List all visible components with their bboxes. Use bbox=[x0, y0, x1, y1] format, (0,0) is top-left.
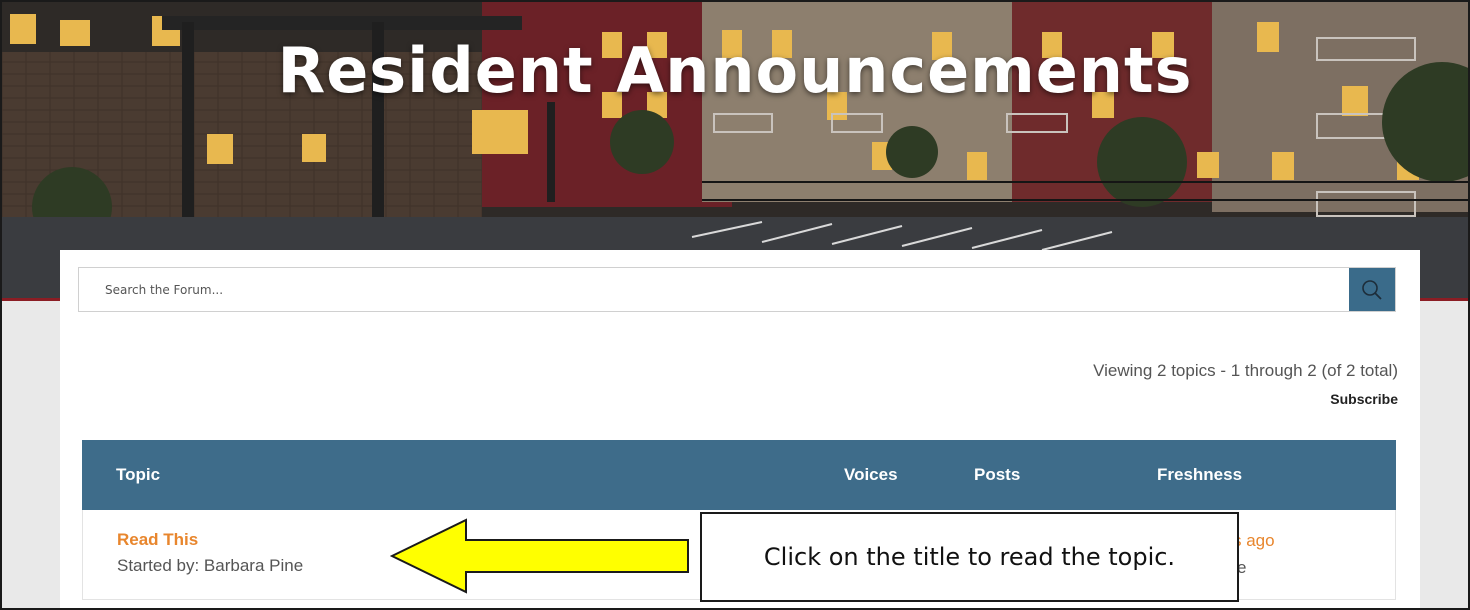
page-title: Resident Announcements bbox=[277, 34, 1193, 107]
topic-freshness-link[interactable]: s ago bbox=[1233, 531, 1275, 551]
search-icon bbox=[1362, 279, 1382, 300]
screenshot-frame: Resident Announcements Viewing 2 topics … bbox=[0, 0, 1470, 610]
search-input[interactable] bbox=[79, 268, 1351, 311]
left-arrow-icon bbox=[390, 518, 689, 594]
forum-search bbox=[78, 267, 1396, 312]
topics-table-header: Topic Voices Posts Freshness bbox=[82, 440, 1396, 510]
instruction-callout: Click on the title to read the topic. bbox=[700, 512, 1239, 602]
search-button[interactable] bbox=[1349, 268, 1395, 311]
column-topic: Topic bbox=[116, 465, 161, 484]
topic-count: Viewing 2 topics - 1 through 2 (of 2 tot… bbox=[1093, 361, 1398, 380]
column-voices: Voices bbox=[844, 465, 898, 484]
topic-title-link[interactable]: Read This bbox=[117, 530, 198, 550]
topic-started-by: Started by: Barbara Pine bbox=[117, 556, 304, 575]
column-posts: Posts bbox=[974, 465, 1021, 484]
column-freshness: Freshness bbox=[1157, 465, 1243, 484]
subscribe-link[interactable]: Subscribe bbox=[1330, 391, 1398, 407]
